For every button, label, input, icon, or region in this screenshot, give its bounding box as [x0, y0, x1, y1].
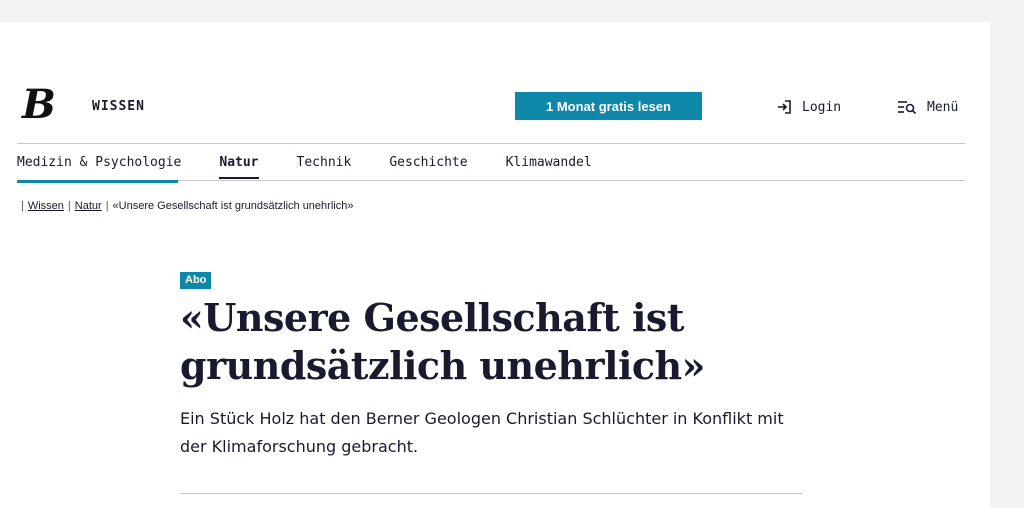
nav-item-klimawandel[interactable]: Klimawandel: [506, 144, 592, 180]
menu-button[interactable]: Menü: [897, 97, 958, 117]
breadcrumb-separator: |: [105, 200, 109, 212]
breadcrumb-current: «Unsere Gesellschaft ist grundsätzlich u…: [112, 200, 354, 212]
scroll-gutter: [990, 0, 1024, 508]
section-title[interactable]: WISSEN: [92, 99, 145, 114]
article-lead: Ein Stück Holz hat den Berner Geologen C…: [180, 409, 784, 456]
section-nav: Medizin & Psychologie Natur Technik Gesc…: [17, 144, 630, 180]
breadcrumb-separator: |: [67, 200, 71, 212]
login-button[interactable]: Login: [776, 97, 841, 117]
nav-accent-bar: [17, 180, 178, 183]
abo-badge: Abo: [180, 272, 212, 289]
breadcrumb-separator: |: [21, 200, 24, 212]
login-icon: [776, 99, 792, 115]
login-label: Login: [802, 99, 842, 115]
article-divider: [180, 493, 802, 494]
breadcrumb-link-wissen[interactable]: Wissen: [28, 200, 64, 212]
subscribe-button[interactable]: 1 Monat gratis lesen: [515, 92, 702, 120]
nav-item-geschichte[interactable]: Geschichte: [389, 144, 467, 180]
logo[interactable]: B: [22, 84, 62, 126]
nav-item-medizin-psychologie[interactable]: Medizin & Psychologie: [17, 144, 181, 180]
article-headline: «Unsere Gesellschaft ist grundsätzlich u…: [180, 295, 705, 388]
menu-search-icon: [897, 99, 917, 115]
nav-item-technik[interactable]: Technik: [297, 144, 352, 180]
nav-item-natur[interactable]: Natur: [219, 144, 259, 180]
breadcrumb: | Wissen | Natur | «Unsere Gesellschaft …: [21, 200, 353, 212]
page: B WISSEN 1 Monat gratis lesen Login Menü…: [0, 22, 990, 508]
breadcrumb-link-natur[interactable]: Natur: [75, 200, 102, 212]
menu-label: Menü: [927, 99, 959, 115]
